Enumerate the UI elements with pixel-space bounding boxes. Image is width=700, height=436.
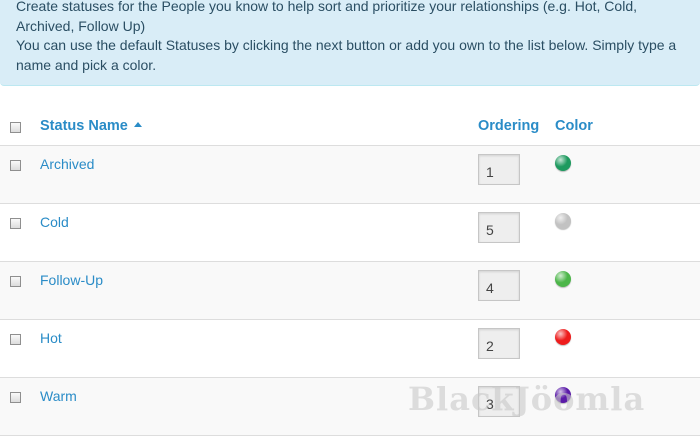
- ordering-input[interactable]: [478, 269, 520, 301]
- color-dot-icon: [555, 328, 571, 345]
- info-line-3: You can use the default Statuses by clic…: [16, 37, 677, 53]
- info-line-4: name and pick a color.: [16, 56, 157, 73]
- status-name-link[interactable]: Warm: [40, 388, 77, 404]
- status-name-link[interactable]: Follow-Up: [40, 272, 103, 288]
- color-dot-icon: [555, 154, 571, 171]
- row-checkbox[interactable]: [10, 275, 21, 287]
- row-checkbox[interactable]: [10, 159, 21, 171]
- sort-by-name-link[interactable]: Status Name: [40, 118, 142, 134]
- header-color: Color: [555, 107, 700, 146]
- ordering-input[interactable]: [478, 327, 520, 359]
- color-dot-icon: [555, 386, 571, 403]
- ordering-input[interactable]: [478, 153, 520, 185]
- status-table: Status Name Ordering Color Archived Cold…: [0, 107, 700, 436]
- ordering-input[interactable]: [478, 211, 520, 243]
- status-name-link[interactable]: Cold: [40, 214, 69, 230]
- info-message: Create statuses for the People you know …: [0, 0, 700, 86]
- header-check-cell: [0, 107, 40, 146]
- header-ordering[interactable]: Ordering: [478, 107, 555, 146]
- status-name-link[interactable]: Hot: [40, 330, 62, 346]
- header-status-name: Status Name: [40, 107, 478, 146]
- info-line-1: Create statuses for the People you know …: [16, 0, 637, 14]
- table-row: Cold: [0, 203, 700, 261]
- table-row: Warm: [0, 377, 700, 435]
- info-line-2: Archived, Follow Up): [16, 17, 146, 34]
- color-dot-icon: [555, 270, 571, 287]
- ordering-input[interactable]: [478, 385, 520, 417]
- status-name-header-label: Status Name: [40, 118, 128, 134]
- row-checkbox[interactable]: [10, 217, 21, 229]
- table-row: Archived: [0, 145, 700, 203]
- table-row: Follow-Up: [0, 261, 700, 319]
- row-checkbox[interactable]: [10, 391, 21, 403]
- table-header-row: Status Name Ordering Color: [0, 107, 700, 146]
- color-dot-icon: [555, 212, 571, 229]
- table-row: Hot: [0, 319, 700, 377]
- select-all-checkbox[interactable]: [10, 122, 21, 133]
- status-name-link[interactable]: Archived: [40, 156, 94, 172]
- row-checkbox[interactable]: [10, 333, 21, 345]
- sort-ascending-icon: [133, 122, 142, 127]
